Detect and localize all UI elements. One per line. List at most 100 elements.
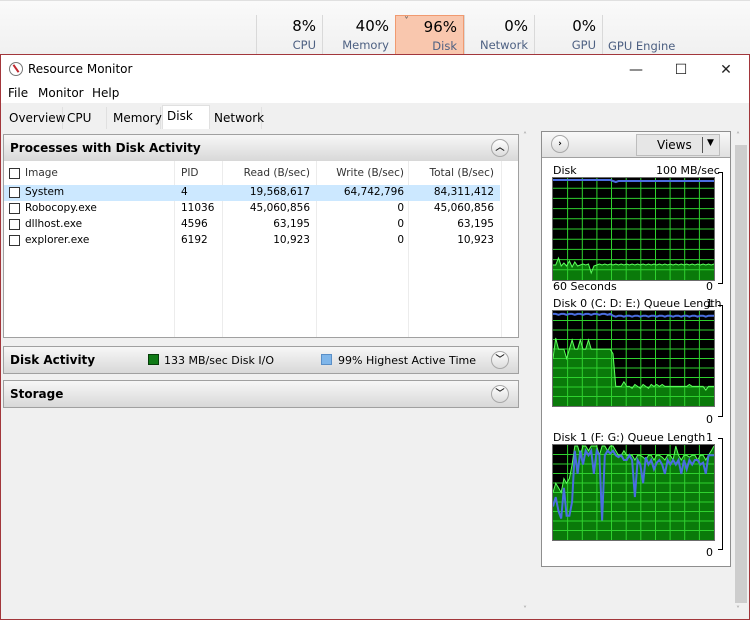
menu-help[interactable]: Help (92, 86, 119, 100)
tab-disk[interactable]: Disk (162, 105, 210, 129)
active-time-legend-swatch (321, 354, 332, 365)
tab-network[interactable]: Network (210, 107, 264, 129)
storage-section-header[interactable]: Storage ﹀ (3, 380, 519, 408)
table-row[interactable]: Robocopy.exe 11036 45,060,856 0 45,060,8… (4, 201, 500, 217)
cell-write: 0 (397, 234, 404, 246)
close-button[interactable]: ✕ (706, 59, 746, 81)
table-row[interactable]: explorer.exe 6192 10,923 0 10,923 (4, 233, 500, 249)
expand-down-icon[interactable]: ﹀ (491, 385, 509, 403)
table-header-row: Image PID Read (B/sec) Write (B/sec) Tot… (4, 166, 500, 182)
cell-read: 19,568,617 (249, 186, 310, 198)
network-label: Network (479, 38, 528, 52)
cell-read: 45,060,856 (249, 202, 310, 214)
processes-section-header[interactable]: Processes with Disk Activity ︿ (3, 134, 519, 162)
row-checkbox[interactable] (9, 187, 20, 198)
series-area-disk-i/o (553, 258, 714, 280)
scrollbar-thumb[interactable] (735, 145, 747, 603)
scroll-down-icon[interactable]: ˅ (523, 605, 527, 614)
maximize-button[interactable]: ☐ (661, 59, 701, 81)
views-button[interactable]: Views ▼ (636, 134, 720, 156)
disk1-graph-min-label: 0 (706, 546, 713, 559)
series-line-active-time (553, 312, 714, 318)
row-checkbox[interactable] (9, 235, 20, 246)
cell-write: 64,742,796 (343, 186, 404, 198)
scroll-down-icon[interactable]: ˅ (736, 605, 740, 614)
gpu-label: GPU (571, 38, 596, 52)
select-all-checkbox[interactable] (9, 168, 20, 179)
cell-total: 45,060,856 (433, 202, 494, 214)
sort-chevron-icon: ˅ (404, 16, 409, 27)
disk-activity-section-title: Disk Activity (10, 353, 96, 367)
tm-column-gpu[interactable]: 0% GPU (534, 15, 603, 55)
table-row[interactable]: System 4 19,568,617 64,742,796 84,311,41… (4, 185, 500, 201)
processes-table: Image PID Read (B/sec) Write (B/sec) Tot… (3, 161, 519, 338)
views-dropdown-icon[interactable]: ▼ (707, 138, 714, 148)
tab-cpu[interactable]: CPU (63, 107, 107, 129)
disk-io-label: 133 MB/sec Disk I/O (164, 354, 275, 367)
cpu-label: CPU (292, 38, 316, 52)
column-header-write[interactable]: Write (B/sec) (318, 167, 404, 179)
scroll-up-icon[interactable]: ˄ (736, 131, 740, 140)
graphs-panel-header: › Views ▼ (542, 132, 730, 158)
cell-image: explorer.exe (25, 234, 90, 246)
graph-scale-bracket (718, 438, 723, 550)
disk-graph-max-label: 100 MB/sec (656, 164, 720, 177)
storage-section-title: Storage (10, 387, 64, 401)
memory-label: Memory (342, 38, 389, 52)
cell-write: 0 (397, 202, 404, 214)
series-line-highest-active-time (553, 179, 714, 184)
cell-image: System (25, 186, 65, 198)
tab-memory[interactable]: Memory (109, 107, 162, 129)
disk0-graph-title: Disk 0 (C: D: E:) Queue Length (553, 297, 722, 310)
expand-down-icon[interactable]: ﹀ (491, 351, 509, 369)
cell-read: 10,923 (273, 234, 310, 246)
column-header-image[interactable]: Image (25, 167, 58, 179)
cell-total: 10,923 (457, 234, 494, 246)
tab-strip: Overview CPU Memory Disk Network (1, 103, 749, 129)
cell-total: 63,195 (457, 218, 494, 230)
cell-read: 63,195 (273, 218, 310, 230)
title-bar[interactable]: Resource Monitor — ☐ ✕ (1, 55, 749, 85)
right-panel-scrollbar[interactable]: ˄ ˅ (733, 129, 749, 619)
tab-overview[interactable]: Overview (5, 107, 66, 129)
close-icon: ✕ (720, 62, 732, 78)
window-title: Resource Monitor (28, 62, 133, 76)
tm-column-gpu-engine[interactable]: GPU Engine (608, 39, 675, 53)
menu-file[interactable]: File (8, 86, 28, 100)
scroll-up-icon[interactable]: ˄ (523, 131, 527, 140)
graphs-panel: › Views ▼ Disk 100 MB/sec 60 Seconds 0 D… (541, 131, 731, 567)
collapse-up-icon[interactable]: ︿ (491, 139, 509, 157)
column-header-read[interactable]: Read (B/sec) (224, 167, 310, 179)
disk-activity-section-header[interactable]: Disk Activity 133 MB/sec Disk I/O 99% Hi… (3, 346, 519, 374)
content-area: Processes with Disk Activity ︿ Image PID… (1, 129, 749, 619)
resource-monitor-icon (9, 62, 23, 76)
menu-monitor[interactable]: Monitor (38, 86, 84, 100)
cell-image: dllhost.exe (25, 218, 83, 230)
row-checkbox[interactable] (9, 219, 20, 230)
series-area-queue-length (553, 338, 714, 406)
graph-scale-bracket (718, 172, 723, 284)
task-manager-performance-strip: 8% CPU 40% Memory ˅ 96% Disk 0% Network … (0, 0, 750, 55)
tm-column-cpu[interactable]: 8% CPU (256, 15, 322, 55)
column-header-pid[interactable]: PID (181, 167, 199, 179)
graph-svg (553, 445, 714, 540)
disk1-queue-graph (552, 444, 715, 541)
disk-graph-min-label: 0 (706, 280, 713, 293)
views-label: Views (657, 138, 692, 152)
disk1-graph-title: Disk 1 (F: G:) Queue Length (553, 431, 706, 444)
disk0-graph-max-label: 1 (706, 297, 713, 310)
tm-column-network[interactable]: 0% Network (464, 15, 534, 55)
tm-column-disk[interactable]: ˅ 96% Disk (395, 15, 464, 55)
processes-section-title: Processes with Disk Activity (10, 141, 201, 155)
minimize-button[interactable]: — (616, 59, 656, 81)
left-panel-scrollbar[interactable]: ˄ ˅ (520, 129, 536, 619)
disk-graph-title: Disk (553, 164, 577, 177)
minimize-icon: — (629, 62, 643, 78)
tm-column-memory[interactable]: 40% Memory (322, 15, 395, 55)
disk-io-legend-swatch (148, 354, 159, 365)
disk0-queue-graph (552, 310, 715, 407)
expand-right-icon[interactable]: › (551, 135, 569, 153)
column-header-total[interactable]: Total (B/sec) (410, 167, 495, 179)
table-row[interactable]: dllhost.exe 4596 63,195 0 63,195 (4, 217, 500, 233)
row-checkbox[interactable] (9, 203, 20, 214)
